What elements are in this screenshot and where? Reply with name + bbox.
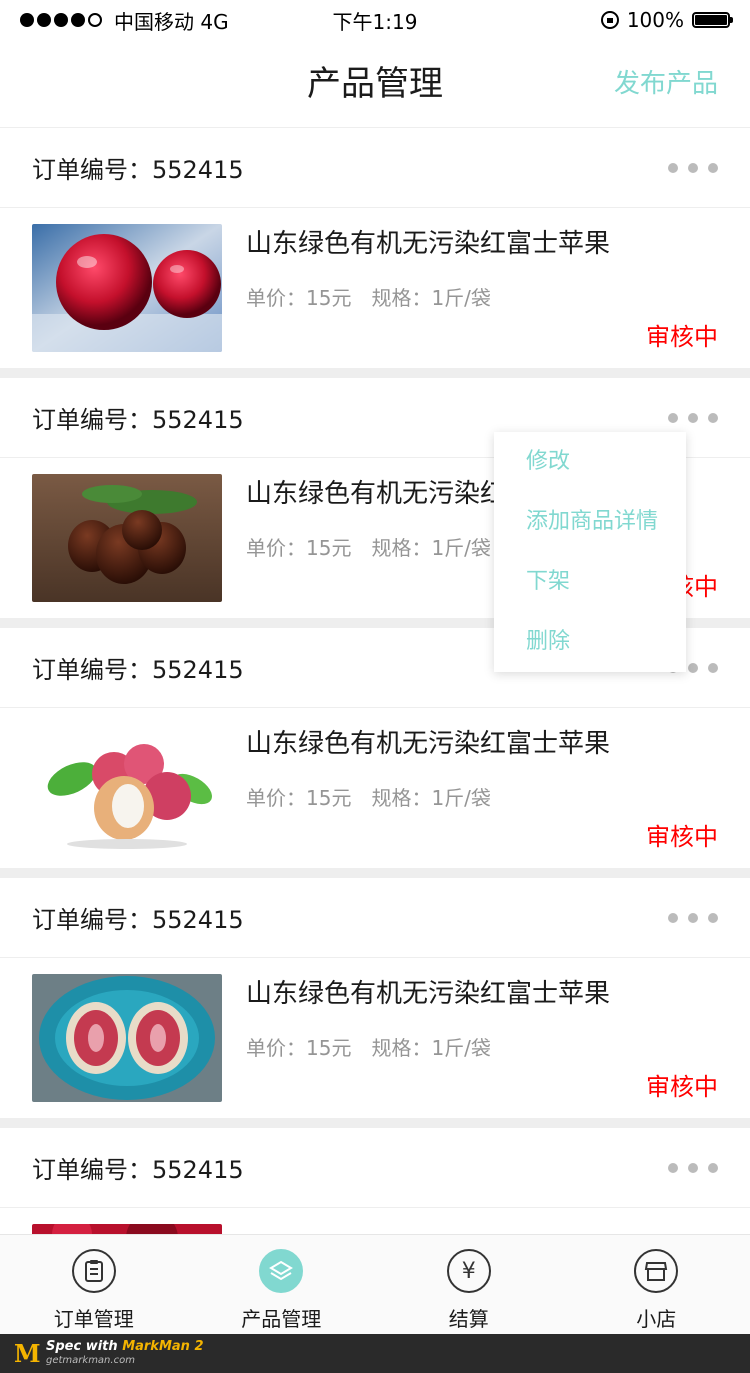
product-name[interactable]: 山东绿色有机无污染红富士苹果 <box>246 724 610 764</box>
order-number: 订单编号：552415 <box>32 156 244 184</box>
menu-item-add-details[interactable]: 添加商品详情 <box>494 492 686 552</box>
product-card: 订单编号：552415 山东绿色有机无污染红富士苹果 单价：15元 规格：1斤/… <box>0 128 750 368</box>
product-card: 订单编号：552415 山东绿色有机无污染红富士苹果 单价：15元 规格：1斤/… <box>0 878 750 1118</box>
lychee-image[interactable] <box>32 724 222 852</box>
order-number: 订单编号：552415 <box>32 406 244 434</box>
more-icon[interactable] <box>668 403 718 433</box>
product-meta: 单价：15元 规格：1斤/袋 <box>246 782 610 811</box>
clipboard-icon <box>71 1249 116 1293</box>
unit-price: 单价：15元 <box>246 286 352 310</box>
more-menu: 修改 添加商品详情 下架 删除 <box>494 432 686 672</box>
tab-orders[interactable]: 订单管理 <box>0 1235 188 1334</box>
yuan-icon: ¥ <box>446 1249 491 1293</box>
product-card: 订单编号：552415 <box>0 1128 750 1234</box>
status-badge: 审核中 <box>646 1073 718 1101</box>
publish-product-button[interactable]: 发布产品 <box>614 40 718 128</box>
more-icon[interactable] <box>668 903 718 933</box>
markman-footer: M Spec with MarkMan 2 getmarkman.com <box>0 1334 750 1373</box>
tab-label: 订单管理 <box>53 1307 134 1331</box>
markman-logo-icon: M <box>14 1338 41 1368</box>
order-number: 订单编号：552415 <box>32 906 244 934</box>
product-spec: 规格：1斤/袋 <box>371 536 491 560</box>
product-meta: 单价：15元 规格：1斤/袋 <box>246 282 610 311</box>
menu-item-delist[interactable]: 下架 <box>494 552 686 612</box>
product-meta: 单价：15元 规格：1斤/袋 <box>246 1032 610 1061</box>
status-badge: 审核中 <box>646 823 718 851</box>
layers-icon <box>259 1249 304 1293</box>
tab-label: 结算 <box>448 1307 489 1331</box>
tab-settlement[interactable]: ¥ 结算 <box>375 1235 563 1334</box>
footer-url: getmarkman.com <box>46 1354 135 1366</box>
product-spec: 规格：1斤/袋 <box>371 786 491 810</box>
menu-item-edit[interactable]: 修改 <box>494 432 686 492</box>
divider <box>0 868 750 878</box>
divider <box>0 368 750 378</box>
unit-price: 单价：15元 <box>246 536 352 560</box>
menu-item-delete[interactable]: 删除 <box>494 612 686 672</box>
tab-label: 小店 <box>636 1307 677 1331</box>
battery-icon <box>692 12 733 28</box>
status-badge: 审核中 <box>646 323 718 351</box>
tab-label: 产品管理 <box>241 1307 322 1331</box>
status-bar: 中国移动 4G 下午1:19 100% <box>0 0 750 40</box>
shop-icon <box>634 1249 679 1293</box>
carrier-label: 中国移动 4G <box>114 9 229 34</box>
tab-products[interactable]: 产品管理 <box>188 1235 376 1334</box>
signal-icon <box>20 13 102 27</box>
divider <box>0 1118 750 1128</box>
tab-bar: 订单管理 产品管理 ¥ 结算 小店 <box>0 1234 750 1334</box>
product-list[interactable]: 订单编号：552415 山东绿色有机无污染红富士苹果 单价：15元 规格：1斤/… <box>0 128 750 1234</box>
order-number: 订单编号：552415 <box>32 1156 244 1184</box>
chestnut-image[interactable] <box>32 474 222 602</box>
footer-brand: Spec with MarkMan 2 <box>46 1338 204 1354</box>
partial-image[interactable] <box>32 1224 222 1234</box>
product-spec: 规格：1斤/袋 <box>371 1036 491 1060</box>
fig-image[interactable] <box>32 974 222 1102</box>
product-name[interactable]: 山东绿色有机无污染红富士苹果 <box>246 974 610 1014</box>
unit-price: 单价：15元 <box>246 1036 352 1060</box>
product-spec: 规格：1斤/袋 <box>371 286 491 310</box>
product-name[interactable]: 山东绿色有机无污染红富士苹果 <box>246 224 610 264</box>
battery-percent: 100% <box>626 8 684 32</box>
unit-price: 单价：15元 <box>246 786 352 810</box>
more-icon[interactable] <box>668 1153 718 1183</box>
apple-image[interactable] <box>32 224 222 352</box>
nav-bar: 产品管理 发布产品 <box>0 40 750 128</box>
order-number: 订单编号：552415 <box>32 656 244 684</box>
rotation-lock-icon <box>600 11 619 29</box>
more-icon[interactable] <box>668 153 718 183</box>
tab-shop[interactable]: 小店 <box>563 1235 750 1334</box>
